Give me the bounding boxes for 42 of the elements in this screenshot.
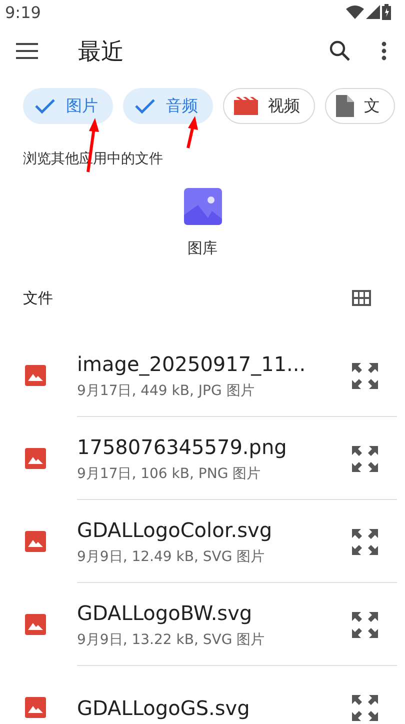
- expand-icon: [351, 362, 379, 390]
- image-file-icon: [25, 531, 46, 552]
- menu-icon: [16, 43, 38, 59]
- annotation-arrow: [186, 116, 198, 148]
- gallery-app-button[interactable]: 图库: [184, 188, 222, 258]
- file-name: GDALLogoBW.svg: [77, 600, 254, 624]
- expand-button[interactable]: [351, 362, 379, 390]
- image-file-icon: [25, 365, 46, 386]
- page-title: 最近: [78, 38, 125, 66]
- expand-button[interactable]: [351, 610, 379, 638]
- image-file-icon: [25, 614, 46, 635]
- filter-chip[interactable]: 视频: [223, 88, 315, 124]
- file-name: image_20250917_11...: [77, 352, 307, 376]
- status-time: 9:19: [5, 2, 41, 22]
- file-details: 9月17日, 106 kB, PNG 图片: [77, 464, 262, 482]
- section-heading: 文件: [23, 288, 53, 308]
- file-details: 9月17日, 449 kB, JPG 图片: [77, 382, 256, 400]
- wifi-icon: [346, 5, 364, 19]
- file-details: 9月9日, 13.22 kB, SVG 图片: [77, 630, 266, 648]
- expand-icon: [351, 610, 379, 638]
- image-file-icon: [25, 697, 46, 718]
- image-file-icon: [25, 448, 46, 469]
- file-name: GDALLogoGS.svg: [77, 696, 251, 720]
- expand-button[interactable]: [351, 528, 379, 556]
- search-icon: [329, 40, 351, 62]
- expand-button[interactable]: [351, 694, 379, 722]
- signal-icon: [366, 5, 380, 19]
- filter-chip[interactable]: 音频: [123, 88, 213, 124]
- more-options-icon: [381, 41, 387, 61]
- battery-icon: [382, 4, 391, 20]
- file-name: 1758076345579.png: [77, 434, 288, 458]
- filter-chip[interactable]: 图片: [23, 88, 113, 124]
- expand-icon: [351, 444, 379, 472]
- gallery-icon: [184, 188, 222, 225]
- expand-icon: [351, 528, 379, 556]
- grid-view-button[interactable]: [351, 288, 371, 308]
- file-name: GDALLogoColor.svg: [77, 518, 274, 542]
- expand-icon: [351, 694, 379, 722]
- grid-view-icon: [352, 290, 370, 306]
- expand-button[interactable]: [351, 444, 379, 472]
- filter-chip[interactable]: 文: [325, 88, 395, 124]
- file-details: 9月9日, 12.49 kB, SVG 图片: [77, 548, 266, 566]
